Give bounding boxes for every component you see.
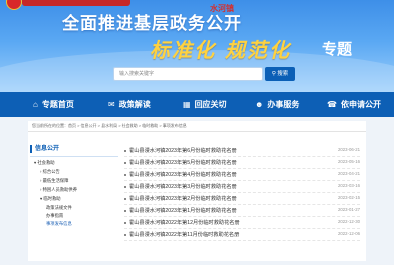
sidebar-item-label: 综合公告: [42, 169, 60, 174]
nav-item-services[interactable]: ☻ 办事服务: [255, 92, 299, 117]
sidebar-item-temporary-aid[interactable]: ▾ 临时救助: [40, 196, 61, 202]
divider: [124, 204, 360, 205]
sidebar-item-label: 事项发布信息: [46, 221, 72, 226]
divider: [30, 156, 118, 157]
article-date: 2023-05-16: [338, 159, 360, 164]
nav-item-response[interactable]: ▦ 回应关切: [183, 92, 227, 117]
sidebar-item-announcements[interactable]: › 综合公告: [40, 169, 60, 175]
sidebar-item-label: 临时救助: [43, 196, 61, 201]
article-date: 2023-01-27: [338, 207, 360, 212]
list-item[interactable]: 霍山县漫水河镇2022年第12月份临时救助花名册 2022-12-30: [124, 219, 360, 229]
sidebar-item-label: 最低生活保障: [42, 178, 69, 183]
main-nav: ⌂ 专题首页 ✉ 政策解读 ▦ 回应关切 ☻ 办事服务 ☎ 依申请公开: [0, 92, 394, 117]
divider: [124, 180, 360, 181]
sidebar-item-special-hardship[interactable]: › 特困人员救助供养: [40, 187, 77, 193]
sidebar-item-minimum-living[interactable]: › 最低生活保障: [40, 178, 68, 184]
article-date: 2023-02-15: [338, 195, 360, 200]
list-item[interactable]: 霍山县漫水河镇2023年第6月份临时救助花名册 2023-06-21: [124, 147, 360, 157]
bullet-icon: [124, 162, 126, 164]
chat-icon: ✉: [108, 100, 115, 109]
slogan: 标准化 规范化: [150, 38, 291, 62]
article-date: 2023-03-16: [338, 183, 360, 188]
article-date: 2022-12-06: [338, 231, 360, 236]
nav-label: 政策解读: [118, 100, 151, 109]
phone-icon: ☎: [327, 100, 337, 109]
article-title[interactable]: 霍山县漫水河镇2023年第2月份临时救助花名册: [129, 195, 237, 202]
nav-item-home[interactable]: ⌂ 专题首页: [33, 92, 74, 117]
header-banner: 水河镇 全面推进基层政务公开 标准化 规范化 专题 输入搜索关键字 ⚲ 搜索: [0, 0, 394, 92]
sidebar-item-social-aid[interactable]: ▾ 社会救助: [34, 160, 55, 166]
divider: [124, 156, 360, 157]
article-title[interactable]: 霍山县漫水河镇2023年第1月份临时救助花名册: [129, 207, 237, 214]
content-panel: 您当前所在的位置：首页 > 信息公开 > 县水利局 > 社会救助 > 临时救助 …: [28, 121, 366, 261]
article-date: 2023-06-21: [338, 147, 360, 152]
search-button[interactable]: ⚲ 搜索: [265, 67, 295, 81]
sidebar-item-guide[interactable]: 办事指南: [46, 213, 63, 219]
person-icon: ☻: [255, 100, 264, 109]
bullet-icon: [124, 150, 126, 152]
divider: [124, 216, 360, 217]
nav-item-policy[interactable]: ✉ 政策解读: [108, 92, 151, 117]
article-title[interactable]: 霍山县漫水河镇2022年第11月份临时救助花名册: [129, 231, 239, 238]
national-emblem-icon: [6, 0, 22, 10]
divider: [124, 192, 360, 193]
article-title[interactable]: 霍山县漫水河镇2022年第12月份临时救助花名册: [129, 219, 240, 226]
grid-icon: ▦: [183, 100, 191, 109]
article-title[interactable]: 霍山县漫水河镇2023年第3月份临时救助花名册: [129, 183, 237, 190]
list-item[interactable]: 霍山县漫水河镇2023年第5月份临时救助花名册 2023-05-16: [124, 159, 360, 169]
slogan-suffix: 专题: [322, 41, 353, 58]
sidebar-item-policy-docs[interactable]: 政策法规文件: [46, 205, 72, 211]
page-title: 全面推进基层政务公开: [62, 14, 242, 33]
sidebar-item-release-info[interactable]: 事项发布信息: [46, 221, 72, 227]
bullet-icon: [124, 198, 126, 200]
sidebar-title: 信息公开: [30, 145, 118, 153]
article-title[interactable]: 霍山县漫水河镇2023年第4月份临时救助花名册: [129, 171, 237, 178]
divider: [124, 240, 360, 241]
sidebar-item-label: 办事指南: [46, 213, 64, 218]
article-title[interactable]: 霍山县漫水河镇2023年第5月份临时救助花名册: [129, 159, 237, 166]
list-item[interactable]: 霍山县漫水河镇2023年第3月份临时救助花名册 2023-03-16: [124, 183, 360, 193]
article-date: 2022-12-30: [338, 219, 360, 224]
bullet-icon: [124, 210, 126, 212]
article-date: 2023-04-21: [338, 171, 360, 176]
search-button-label: 搜索: [277, 71, 289, 77]
bullet-icon: [124, 186, 126, 188]
list-item[interactable]: 霍山县漫水河镇2023年第1月份临时救助花名册 2023-01-27: [124, 207, 360, 217]
nav-label: 依申请公开: [340, 100, 381, 109]
list-item[interactable]: 霍山县漫水河镇2022年第11月份临时救助花名册 2022-12-06: [124, 231, 360, 241]
sidebar: 信息公开 ▾ 社会救助 › 综合公告 › 最低生活保障 › 特困人员救助供养 ▾…: [30, 145, 118, 265]
sidebar-item-label: 政策法规文件: [46, 205, 72, 210]
nav-label: 办事服务: [267, 100, 300, 109]
nav-label: 回应关切: [194, 100, 227, 109]
sidebar-item-label: 社会救助: [37, 160, 55, 165]
list-item[interactable]: 霍山县漫水河镇2023年第4月份临时救助花名册 2023-04-21: [124, 171, 360, 181]
divider: [28, 131, 366, 132]
breadcrumb: 您当前所在的位置：首页 > 信息公开 > 县水利局 > 社会救助 > 临时救助 …: [32, 123, 187, 128]
search-icon: ⚲: [271, 71, 276, 77]
list-item[interactable]: 霍山县漫水河镇2023年第2月份临时救助花名册 2023-02-15: [124, 195, 360, 205]
site-logo-strip: [22, 0, 130, 6]
sidebar-item-label: 特困人员救助供养: [42, 187, 77, 192]
nav-label: 专题首页: [41, 100, 74, 109]
divider: [124, 168, 360, 169]
bullet-icon: [124, 174, 126, 176]
divider: [124, 228, 360, 229]
search-input[interactable]: 输入搜索关键字: [113, 67, 263, 81]
article-title[interactable]: 霍山县漫水河镇2023年第6月份临时救助花名册: [129, 147, 237, 154]
nav-item-apply[interactable]: ☎ 依申请公开: [327, 92, 381, 117]
bullet-icon: [124, 222, 126, 224]
home-icon: ⌂: [33, 100, 38, 109]
bullet-icon: [124, 234, 126, 236]
